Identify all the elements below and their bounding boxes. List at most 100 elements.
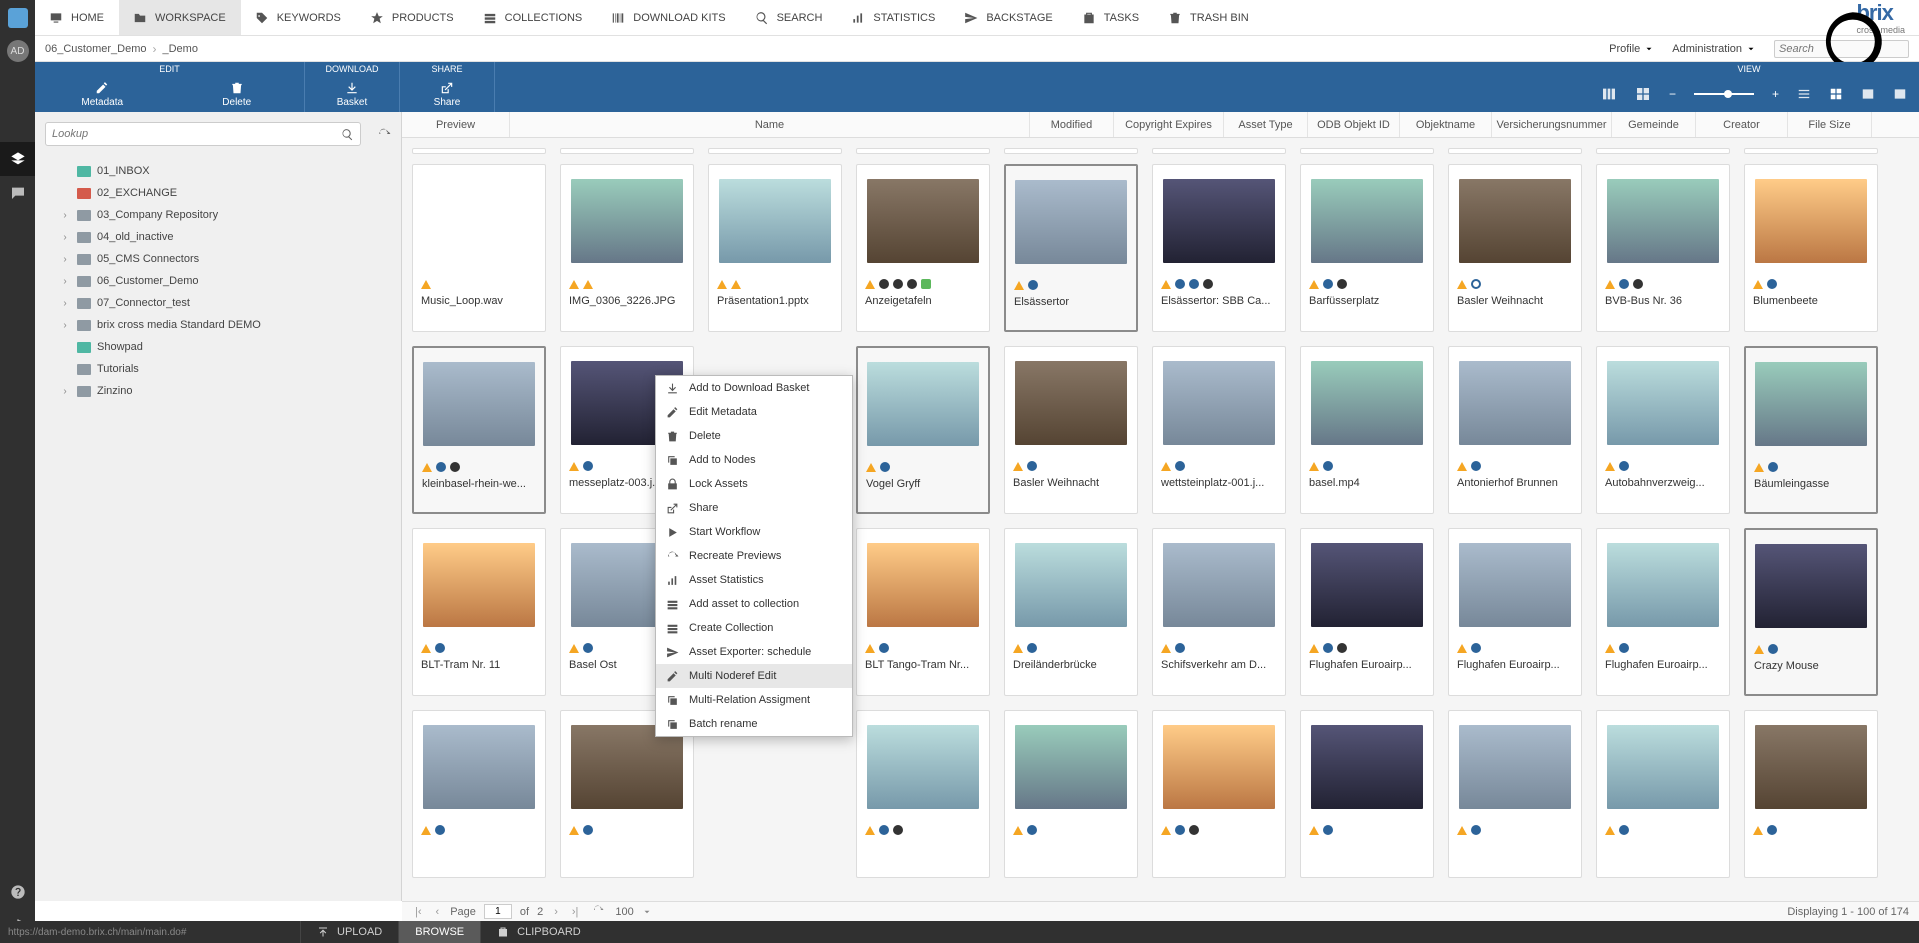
page-next-button[interactable]: ›	[551, 906, 561, 918]
asset-card[interactable]: Elsässertor	[1004, 164, 1138, 332]
nav-products[interactable]: PRODUCTS	[356, 0, 469, 35]
panel-right-button[interactable]	[1893, 87, 1907, 101]
col-gemeinde[interactable]: Gemeinde	[1612, 112, 1696, 137]
menu-add-asset-to-collection[interactable]: Add asset to collection	[656, 592, 852, 616]
rail-help-icon[interactable]	[0, 875, 35, 909]
nav-keywords[interactable]: KEYWORDS	[241, 0, 356, 35]
breadcrumb-item[interactable]: _Demo	[163, 43, 198, 55]
menu-edit-metadata[interactable]: Edit Metadata	[656, 400, 852, 424]
menu-multi-relation-assigment[interactable]: Multi-Relation Assigment	[656, 688, 852, 712]
tree-refresh-button[interactable]	[377, 127, 391, 141]
administration-dropdown[interactable]: Administration	[1672, 43, 1756, 55]
menu-create-collection[interactable]: Create Collection	[656, 616, 852, 640]
asset-card[interactable]: Basler Weihnacht	[1004, 346, 1138, 514]
asset-card[interactable]: Präsentation1.pptx	[708, 164, 842, 332]
metadata-button[interactable]: Metadata	[35, 76, 170, 112]
nav-trash-bin[interactable]: TRASH BIN	[1154, 0, 1264, 35]
col-odb-objekt-id[interactable]: ODB Objekt ID	[1308, 112, 1400, 137]
asset-card[interactable]	[1152, 710, 1286, 878]
col-asset-type[interactable]: Asset Type	[1224, 112, 1308, 137]
page-prev-button[interactable]: ‹	[433, 906, 443, 918]
asset-card[interactable]: Barfüsserplatz	[1300, 164, 1434, 332]
col-creator[interactable]: Creator	[1696, 112, 1788, 137]
menu-asset-statistics[interactable]: Asset Statistics	[656, 568, 852, 592]
app-logo[interactable]	[8, 8, 28, 28]
global-search-input[interactable]	[1779, 43, 1816, 55]
menu-batch-rename[interactable]: Batch rename	[656, 712, 852, 736]
col-copyright-expires[interactable]: Copyright Expires	[1114, 112, 1224, 137]
rail-chat-icon[interactable]	[0, 176, 35, 210]
asset-card[interactable]	[1004, 710, 1138, 878]
profile-dropdown[interactable]: Profile	[1609, 43, 1654, 55]
nav-collections[interactable]: COLLECTIONS	[469, 0, 598, 35]
clipboard-tab[interactable]: CLIPBOARD	[480, 921, 597, 943]
asset-grid[interactable]: Music_Loop.wav IMG_0306_3226.JPG Präsent…	[402, 138, 1919, 901]
col-name[interactable]: Name	[510, 112, 1030, 137]
asset-card[interactable]: Dreiländerbrücke	[1004, 528, 1138, 696]
asset-card[interactable]	[1596, 710, 1730, 878]
asset-card[interactable]: Flughafen Euroairp...	[1448, 528, 1582, 696]
user-avatar[interactable]: AD	[7, 40, 29, 62]
asset-card[interactable]: Blumenbeete	[1744, 164, 1878, 332]
grid-view-button[interactable]	[1829, 87, 1843, 101]
page-last-button[interactable]: ›|	[569, 906, 582, 918]
page-input[interactable]	[484, 904, 512, 919]
grid-config-button[interactable]	[1635, 86, 1651, 102]
menu-add-to-nodes[interactable]: Add to Nodes	[656, 448, 852, 472]
asset-card[interactable]: Crazy Mouse	[1744, 528, 1878, 696]
asset-card[interactable]: BLT-Tram Nr. 11	[412, 528, 546, 696]
menu-multi-noderef-edit[interactable]: Multi Noderef Edit	[656, 664, 852, 688]
asset-card[interactable]: Flughafen Euroairp...	[1300, 528, 1434, 696]
asset-card[interactable]: Elsässertor: SBB Ca...	[1152, 164, 1286, 332]
asset-card[interactable]: Anzeigetafeln	[856, 164, 990, 332]
delete-button[interactable]: Delete	[170, 76, 305, 112]
tree-node[interactable]: Showpad	[35, 336, 401, 358]
basket-button[interactable]: Basket	[305, 76, 399, 112]
tree-node[interactable]: ›06_Customer_Demo	[35, 270, 401, 292]
asset-card[interactable]: Music_Loop.wav	[412, 164, 546, 332]
tree-node[interactable]: 02_EXCHANGE	[35, 182, 401, 204]
breadcrumb-item[interactable]: 06_Customer_Demo	[45, 43, 147, 55]
asset-card[interactable]	[1744, 710, 1878, 878]
nav-download-kits[interactable]: DOWNLOAD KITS	[597, 0, 740, 35]
tree-node[interactable]: Tutorials	[35, 358, 401, 380]
tree-node[interactable]: ›07_Connector_test	[35, 292, 401, 314]
col-versicherungsnummer[interactable]: Versicherungsnummer	[1492, 112, 1612, 137]
tree-lookup-input[interactable]	[52, 128, 341, 140]
page-size[interactable]: 100	[615, 906, 633, 918]
tree-node[interactable]: ›05_CMS Connectors	[35, 248, 401, 270]
asset-card[interactable]: Bäumleingasse	[1744, 346, 1878, 514]
tree-node[interactable]: 01_INBOX	[35, 160, 401, 182]
upload-tab[interactable]: UPLOAD	[300, 921, 398, 943]
menu-delete[interactable]: Delete	[656, 424, 852, 448]
share-button[interactable]: Share	[400, 76, 494, 112]
asset-card[interactable]: Schifsverkehr am D...	[1152, 528, 1286, 696]
zoom-slider[interactable]	[1694, 93, 1754, 95]
asset-card[interactable]	[856, 710, 990, 878]
columns-view-button[interactable]	[1601, 86, 1617, 102]
page-first-button[interactable]: |‹	[412, 906, 425, 918]
menu-start-workflow[interactable]: Start Workflow	[656, 520, 852, 544]
asset-card[interactable]: wettsteinplatz-001.j...	[1152, 346, 1286, 514]
menu-add-to-download-basket[interactable]: Add to Download Basket	[656, 376, 852, 400]
menu-share[interactable]: Share	[656, 496, 852, 520]
browse-tab[interactable]: BROWSE	[398, 921, 480, 943]
list-view-button[interactable]	[1797, 87, 1811, 101]
asset-card[interactable]: IMG_0306_3226.JPG	[560, 164, 694, 332]
col-preview[interactable]: Preview	[402, 112, 510, 137]
nav-search[interactable]: SEARCH	[741, 0, 838, 35]
panel-left-button[interactable]	[1861, 87, 1875, 101]
nav-home[interactable]: HOME	[35, 0, 119, 35]
nav-statistics[interactable]: STATISTICS	[837, 0, 950, 35]
col-file-size[interactable]: File Size	[1788, 112, 1872, 137]
asset-card[interactable]: Basler Weihnacht	[1448, 164, 1582, 332]
menu-recreate-previews[interactable]: Recreate Previews	[656, 544, 852, 568]
asset-card[interactable]: BVB-Bus Nr. 36	[1596, 164, 1730, 332]
tree-node[interactable]: ›Zinzino	[35, 380, 401, 402]
tree-node[interactable]: ›04_old_inactive	[35, 226, 401, 248]
asset-card[interactable]: Antonierhof Brunnen	[1448, 346, 1582, 514]
global-search[interactable]	[1774, 40, 1909, 58]
col-modified[interactable]: Modified	[1030, 112, 1114, 137]
tree-node[interactable]: ›03_Company Repository	[35, 204, 401, 226]
tree-node[interactable]: ›brix cross media Standard DEMO	[35, 314, 401, 336]
